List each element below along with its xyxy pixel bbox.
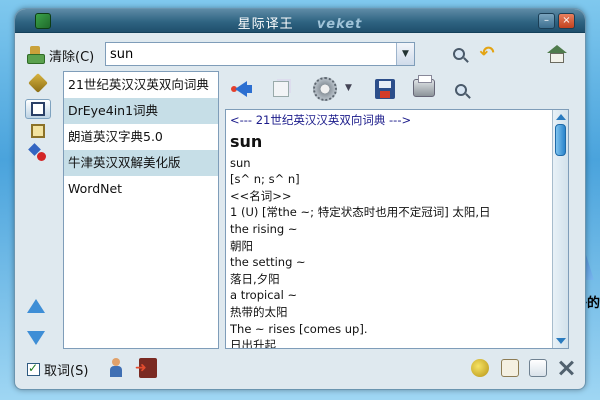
left-toolbar [23, 73, 59, 363]
home-icon [547, 45, 567, 63]
title-label: 星际译王 [237, 17, 294, 32]
home-button[interactable] [547, 44, 567, 64]
minimize-button[interactable]: – [538, 13, 555, 29]
printer-icon[interactable] [413, 75, 435, 97]
definition-line: the rising ~ [230, 221, 298, 236]
preferences-icon[interactable] [557, 359, 575, 377]
plugin-icon[interactable] [471, 359, 489, 377]
definition-line: 热带的太阳 [230, 304, 288, 319]
query-mode-button[interactable] [25, 73, 51, 93]
vertical-scrollbar[interactable] [552, 110, 568, 348]
previous-arrow-icon[interactable] [27, 299, 45, 313]
definition-line: 日出升起 [230, 338, 276, 348]
close-button[interactable]: × [558, 13, 575, 29]
clear-label: 清除(C) [49, 49, 95, 65]
scan-checkbox[interactable] [27, 361, 40, 376]
scroll-down-icon[interactable] [556, 338, 566, 344]
find-icon [455, 84, 467, 96]
user-icon[interactable] [109, 358, 123, 378]
definition-line: 1 (U) [常the ~; 特定状态时也用不定冠词] 太阳,日 [230, 205, 491, 220]
definition-line: 朝阳 [230, 238, 253, 253]
headword: sun [230, 131, 263, 151]
definition-text: <--- 21世纪英汉汉英双向词典 ---> sun sun [s^ n; s^… [230, 112, 550, 348]
search-row: 清除(C) ▼ ↶ [15, 40, 585, 70]
copy-icon[interactable] [273, 81, 289, 97]
notes-icon[interactable] [529, 359, 547, 377]
card-icon [31, 124, 45, 138]
back-arrow-icon: ↶ [479, 43, 495, 64]
definition-line: sun [230, 155, 251, 170]
dropdown-button[interactable]: ▼ [396, 43, 414, 65]
window-title: 星际译王 veket [15, 13, 585, 32]
gear-icon[interactable] [313, 77, 337, 101]
definition-pane[interactable]: <--- 21世纪英汉汉英双向词典 ---> sun sun [s^ n; s^… [225, 109, 569, 349]
scan-toggle[interactable]: 取词(S) [27, 360, 88, 379]
scroll-up-icon[interactable] [556, 114, 566, 120]
clear-icon [27, 46, 45, 64]
brand-label: veket [316, 17, 363, 32]
book-icon [31, 102, 45, 116]
scroll-thumb[interactable] [555, 124, 566, 156]
definition-line: the setting ~ [230, 255, 306, 270]
app-window: 星际译王 veket – × 清除(C) ▼ ↶ 21世纪英 [14, 8, 586, 390]
find-button[interactable] [451, 80, 471, 100]
definition-line: <<名词>> [230, 188, 292, 203]
search-combobox[interactable]: ▼ [105, 42, 415, 66]
definition-line: [s^ n; s^ n] [230, 172, 300, 187]
definition-line: The ~ rises [comes up]. [230, 321, 368, 336]
search-button[interactable] [449, 44, 469, 64]
back-button[interactable]: ↶ [477, 44, 497, 64]
shapes-icon [28, 143, 46, 161]
dictionary-item[interactable]: 牛津英汉双解美化版 [64, 150, 218, 176]
dictionary-item[interactable]: 21世纪英汉汉英双向词典 [64, 72, 218, 98]
dictionary-list-button[interactable] [25, 99, 51, 119]
dictionary-item[interactable]: WordNet [64, 176, 218, 202]
extras-button[interactable] [25, 143, 51, 163]
scan-label: 取词(S) [44, 364, 89, 379]
exit-icon[interactable] [135, 358, 157, 378]
speaker-icon [235, 81, 247, 97]
manage-dictionaries-icon[interactable] [501, 359, 519, 377]
dictionary-list: 21世纪英汉汉英双向词典 DrEye4in1词典 朗道英汉字典5.0 牛津英汉双… [63, 71, 219, 349]
clear-button[interactable]: 清除(C) [27, 44, 94, 66]
dictionary-header: <--- 21世纪英汉汉英双向词典 ---> [230, 113, 412, 127]
chevron-down-icon[interactable]: ▼ [345, 83, 352, 93]
search-input[interactable] [106, 43, 396, 65]
save-icon[interactable] [375, 79, 395, 99]
next-arrow-icon[interactable] [27, 331, 45, 345]
bottom-bar: 取词(S) [15, 349, 585, 389]
dictionary-item[interactable]: 朗道英汉字典5.0 [64, 124, 218, 150]
definition-line: 落日,夕阳 [230, 271, 280, 286]
dictionary-item[interactable]: DrEye4in1词典 [64, 98, 218, 124]
definition-line: a tropical ~ [230, 288, 298, 303]
definition-toolbar: ▼ [225, 71, 581, 109]
result-list-button[interactable] [25, 121, 51, 141]
title-bar[interactable]: 星际译王 veket – × [15, 9, 585, 33]
search-icon [453, 48, 465, 60]
wand-icon [28, 73, 48, 93]
